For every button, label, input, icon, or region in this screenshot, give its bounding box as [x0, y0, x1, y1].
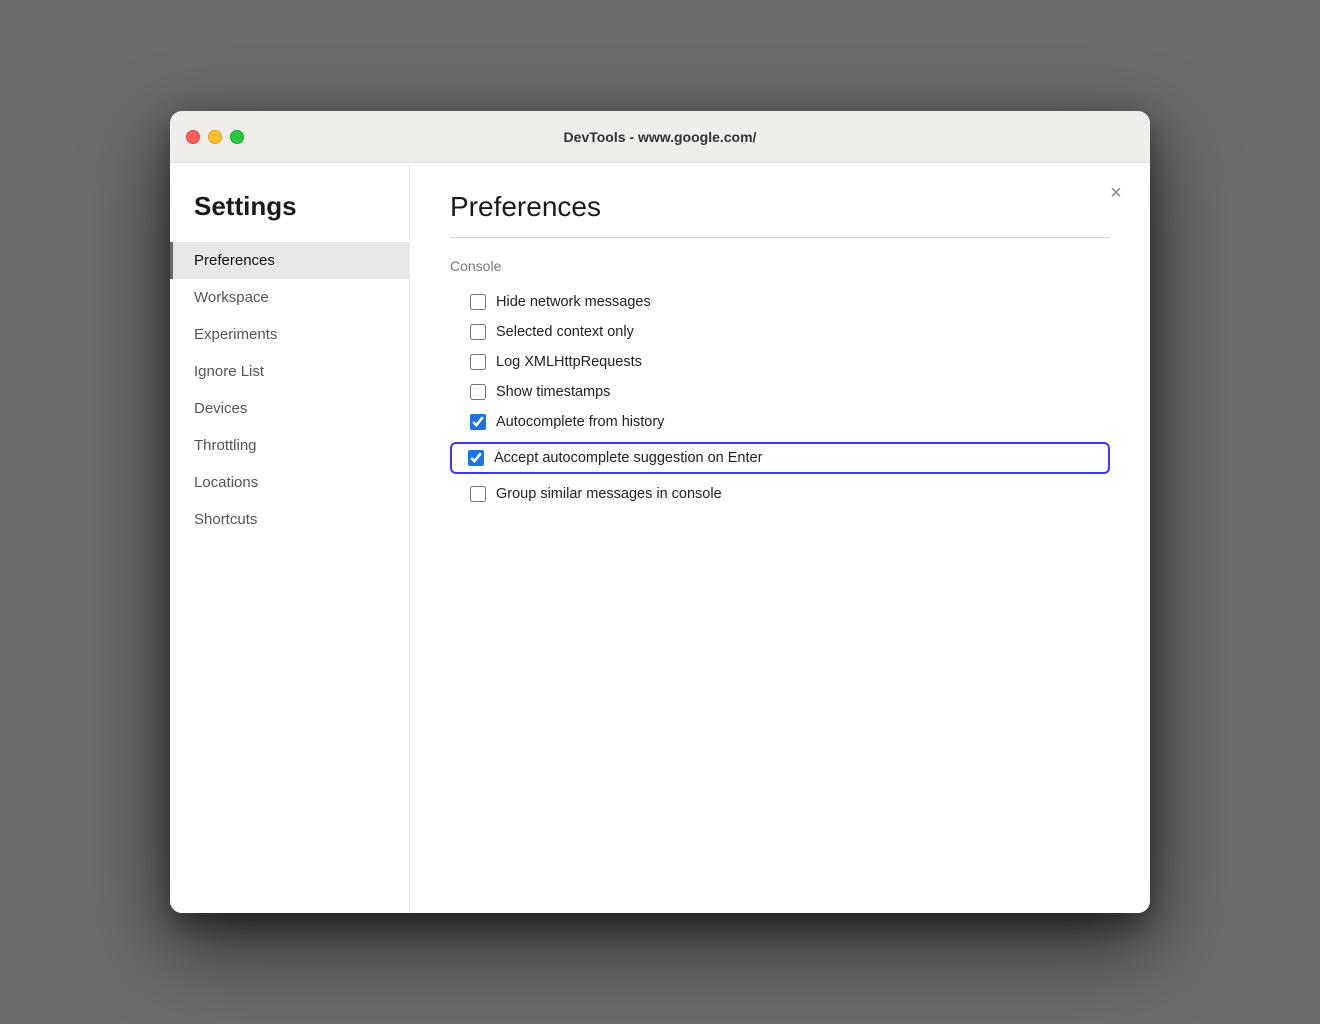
group-label-console: Console: [450, 258, 1110, 274]
checkbox-log-xmlhttp[interactable]: [470, 354, 486, 370]
checkbox-accept-autocomplete[interactable]: [468, 450, 484, 466]
checkbox-row-group-similar: Group similar messages in console: [450, 480, 1110, 508]
checkbox-row-show-timestamps: Show timestamps: [450, 378, 1110, 406]
sidebar-item-label: Locations: [194, 474, 258, 491]
sidebar-item-label: Shortcuts: [194, 511, 257, 528]
section-divider: [450, 237, 1110, 238]
checkbox-row-log-xmlhttp: Log XMLHttpRequests: [450, 348, 1110, 376]
sidebar-item-label: Throttling: [194, 437, 257, 454]
checkbox-row-autocomplete-history: Autocomplete from history: [450, 408, 1110, 436]
checkbox-label-group-similar: Group similar messages in console: [496, 486, 722, 502]
sidebar-item-label: Workspace: [194, 289, 269, 306]
sidebar: Settings Preferences Workspace Experimen…: [170, 163, 410, 913]
window-title: DevTools - www.google.com/: [564, 129, 757, 145]
checkbox-label-autocomplete-history: Autocomplete from history: [496, 414, 664, 430]
main-content: × Preferences Console Hide network messa…: [410, 163, 1150, 913]
sidebar-item-locations[interactable]: Locations: [170, 464, 409, 501]
checkbox-row-hide-network: Hide network messages: [450, 288, 1110, 316]
devtools-window: DevTools - www.google.com/ Settings Pref…: [170, 111, 1150, 913]
close-traffic-light[interactable]: [186, 130, 200, 144]
page-title: Preferences: [450, 191, 1110, 223]
checkbox-label-log-xmlhttp: Log XMLHttpRequests: [496, 354, 642, 370]
checkbox-label-show-timestamps: Show timestamps: [496, 384, 610, 400]
checkbox-label-hide-network: Hide network messages: [496, 294, 651, 310]
checkbox-selected-context[interactable]: [470, 324, 486, 340]
content-area: Settings Preferences Workspace Experimen…: [170, 163, 1150, 913]
sidebar-item-label: Experiments: [194, 326, 277, 343]
sidebar-item-throttling[interactable]: Throttling: [170, 427, 409, 464]
sidebar-item-workspace[interactable]: Workspace: [170, 279, 409, 316]
checkbox-label-accept-autocomplete: Accept autocomplete suggestion on Enter: [494, 450, 762, 466]
sidebar-item-ignore-list[interactable]: Ignore List: [170, 353, 409, 390]
close-button[interactable]: ×: [1102, 179, 1130, 207]
sidebar-item-shortcuts[interactable]: Shortcuts: [170, 501, 409, 538]
sidebar-item-experiments[interactable]: Experiments: [170, 316, 409, 353]
maximize-traffic-light[interactable]: [230, 130, 244, 144]
traffic-lights: [186, 130, 244, 144]
sidebar-item-preferences[interactable]: Preferences: [170, 242, 409, 279]
checkbox-row-selected-context: Selected context only: [450, 318, 1110, 346]
checkbox-show-timestamps[interactable]: [470, 384, 486, 400]
checkbox-hide-network[interactable]: [470, 294, 486, 310]
checkbox-group-similar[interactable]: [470, 486, 486, 502]
sidebar-item-label: Preferences: [194, 252, 275, 269]
checkbox-autocomplete-history[interactable]: [470, 414, 486, 430]
sidebar-item-devices[interactable]: Devices: [170, 390, 409, 427]
checkbox-row-accept-autocomplete: Accept autocomplete suggestion on Enter: [450, 442, 1110, 474]
window-container: DevTools - www.google.com/ Settings Pref…: [170, 111, 1150, 913]
sidebar-item-label: Ignore List: [194, 363, 264, 380]
sidebar-heading: Settings: [170, 191, 409, 242]
sidebar-item-label: Devices: [194, 400, 247, 417]
minimize-traffic-light[interactable]: [208, 130, 222, 144]
title-bar: DevTools - www.google.com/: [170, 111, 1150, 163]
checkbox-label-selected-context: Selected context only: [496, 324, 634, 340]
